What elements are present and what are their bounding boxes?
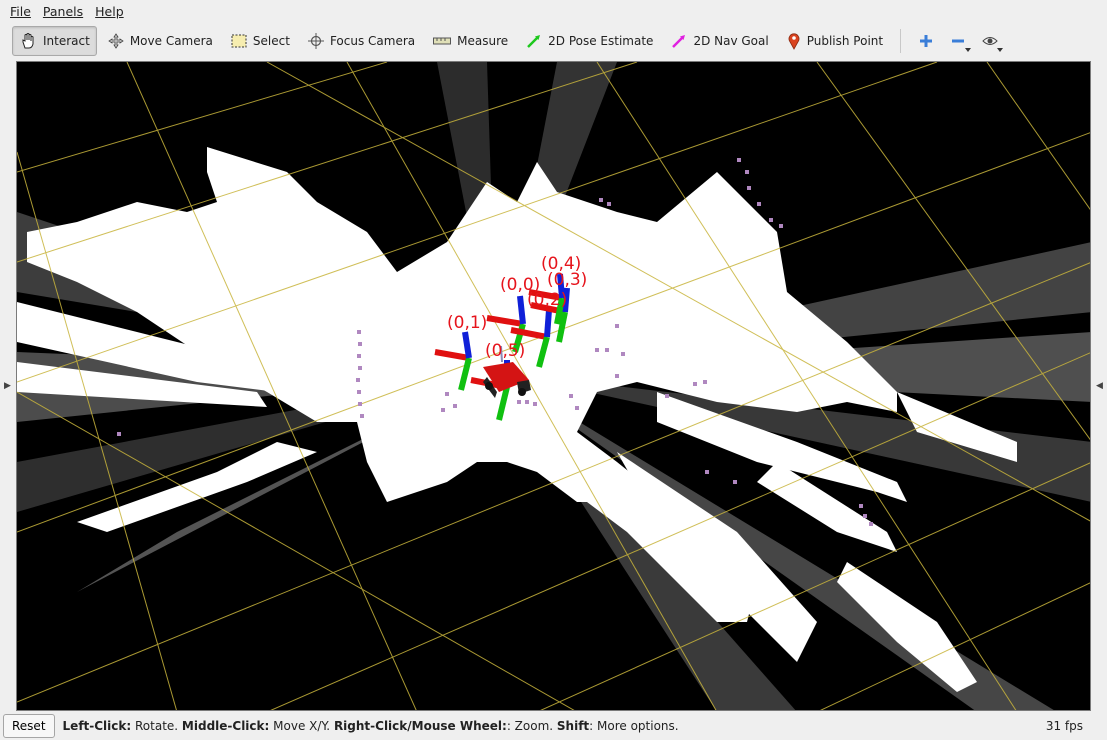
move-camera-icon [108,33,124,49]
toolbar-separator [900,29,902,53]
frame-label-0-3: (0,3) [547,270,587,290]
tool-publish-point-label: Publish Point [806,34,884,48]
menu-help[interactable]: Help [89,4,130,19]
ruler-icon [433,37,452,45]
tool-focus-camera-label: Focus Camera [329,34,416,48]
focus-camera-icon [307,33,324,49]
menu-file[interactable]: File [4,4,37,19]
chevron-down-icon [997,48,1004,52]
chevron-left-icon: ◀ [1096,381,1103,391]
tool-interact-label: Interact [43,34,90,48]
remove-tool-icon [952,39,965,43]
tool-2d-pose-estimate-label: 2D Pose Estimate [548,34,654,48]
eye-icon [982,37,998,45]
tool-2d-nav-goal-label: 2D Nav Goal [693,34,769,48]
tool-measure-label: Measure [457,34,509,48]
add-tool-icon [920,35,933,47]
tool-move-camera-label: Move Camera [129,34,213,48]
map-pin-icon [788,33,800,50]
status-bar: Reset Left-Click: Rotate. Middle-Click: … [0,712,1107,740]
3d-viewport[interactable]: (0,4) (0,0) (0,3) (0,2) (0,1) (0,5) [16,61,1091,711]
tool-focus-camera[interactable]: Focus Camera [301,26,422,56]
tool-measure[interactable]: Measure [426,26,515,56]
view-options-button[interactable] [975,26,1005,56]
hand-icon [22,33,34,49]
tool-select[interactable]: Select [224,26,297,56]
tool-select-label: Select [252,34,290,48]
frame-label-0-2: (0,2) [527,290,567,310]
frame-label-0-1: (0,1) [447,313,487,333]
tool-2d-nav-goal[interactable]: 2D Nav Goal [664,26,775,56]
chevron-right-icon: ▶ [4,381,11,391]
viewport-scene[interactable]: (0,4) (0,0) (0,3) (0,2) (0,1) (0,5) [17,62,1091,711]
select-icon [231,34,247,48]
fps-counter: 31 fps [1045,719,1083,733]
magenta-arrow-icon [672,35,686,48]
reset-button[interactable]: Reset [3,714,55,738]
menu-bar: File Panels Help [0,0,1107,22]
tool-move-camera[interactable]: Move Camera [101,26,220,56]
mouse-hint: Left-Click: Rotate. Middle-Click: Move X… [62,719,679,733]
tool-interact[interactable]: Interact [12,26,97,56]
left-panel-toggle[interactable]: ▶ [0,60,15,712]
chevron-down-icon [965,48,972,52]
right-panel-toggle[interactable]: ◀ [1092,60,1107,712]
menu-panels[interactable]: Panels [37,4,89,19]
remove-tool-button[interactable] [943,26,973,56]
tool-bar: Interact Move Camera Select Focus Camera… [0,22,1107,60]
frame-label-0-5: (0,5) [485,341,525,361]
tool-publish-point[interactable]: Publish Point [780,26,890,56]
tool-2d-pose-estimate[interactable]: 2D Pose Estimate [519,26,660,56]
green-arrow-icon [527,35,541,48]
add-tool-button[interactable] [911,26,941,56]
